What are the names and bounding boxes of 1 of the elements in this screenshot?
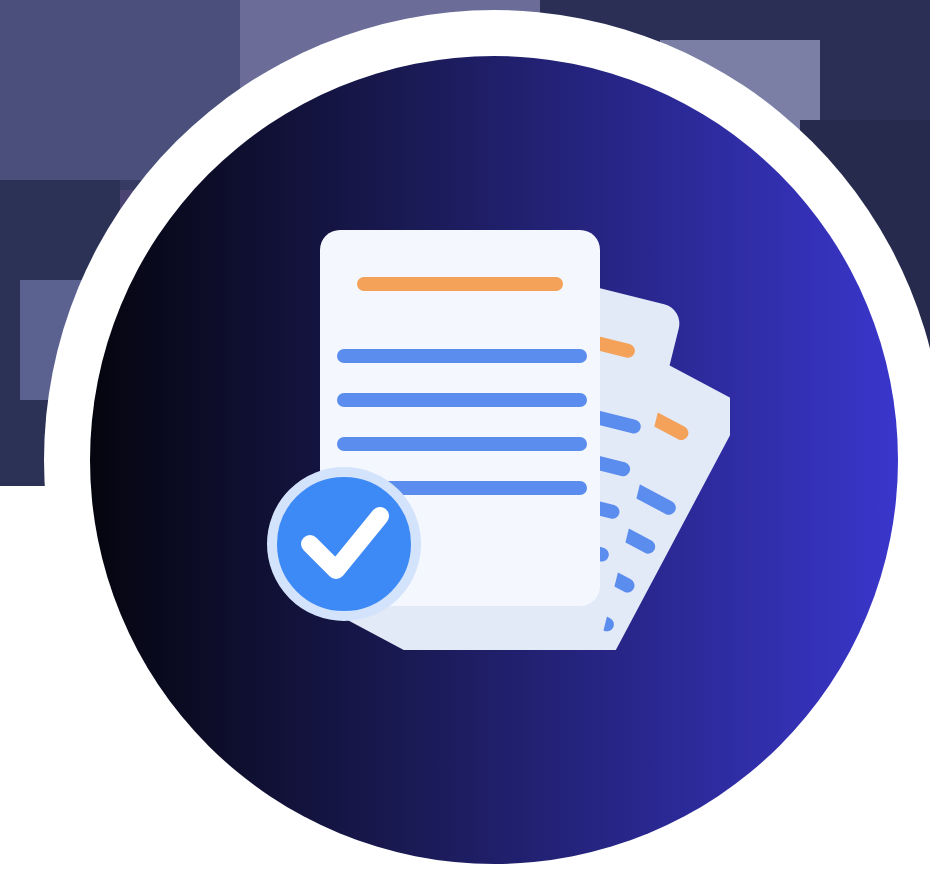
documents-check-icon xyxy=(267,230,730,650)
